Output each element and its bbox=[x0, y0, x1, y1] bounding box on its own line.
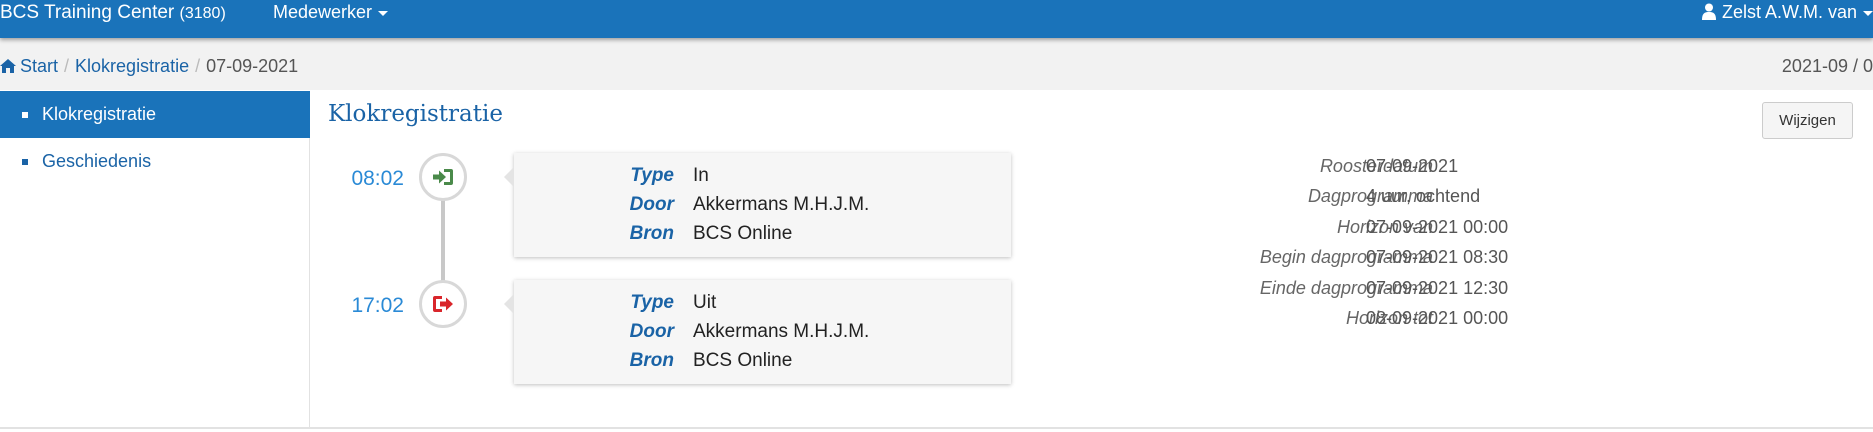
details-row: Dagprogramma 4 uur, ochtend bbox=[1100, 181, 1700, 211]
details-row: Begin dagprogramma 07-09-2021 08:30 bbox=[1100, 242, 1700, 272]
timeline-time: 08:02 bbox=[351, 167, 404, 190]
card-value: BCS Online bbox=[693, 350, 793, 371]
sidebar-item-label[interactable]: Geschiedenis bbox=[42, 151, 151, 171]
card-row-type: Type Uit bbox=[514, 288, 1011, 318]
timeline-card: Type In Door Akkermans M.H.J.M. Bron BCS… bbox=[504, 153, 1011, 257]
card-row-type: Type In bbox=[514, 161, 1011, 191]
card-row-bron: Bron BCS Online bbox=[514, 346, 1011, 376]
breadcrumb-home[interactable]: Start bbox=[0, 56, 58, 76]
card-value: BCS Online bbox=[693, 223, 793, 244]
details-row: Roosterdatum 07-09-2021 bbox=[1100, 151, 1700, 181]
brand-name[interactable]: BCS Training Center bbox=[0, 2, 174, 23]
card-row-bron: Bron BCS Online bbox=[514, 219, 1011, 249]
bullet-icon bbox=[22, 112, 28, 118]
user-menu[interactable]: Zelst A.W.M. van bbox=[1701, 0, 1873, 25]
medewerker-menu[interactable]: Medewerker bbox=[273, 0, 389, 25]
breadcrumb: Start / Klokregistratie/07-09-2021 bbox=[0, 56, 298, 77]
caret-down-icon bbox=[1863, 10, 1873, 16]
card-value: Akkermans M.H.J.M. bbox=[693, 321, 870, 342]
details-value: 07-09-2021 12:30 bbox=[1366, 278, 1509, 298]
caret-down-icon bbox=[378, 10, 389, 16]
breadcrumb-separator: / bbox=[195, 56, 201, 76]
card-key: Door bbox=[629, 321, 674, 342]
brand-code: (3180) bbox=[179, 5, 226, 22]
details-value: 07-09-2021 00:00 bbox=[1366, 217, 1509, 237]
period-indicator: 2021-09 / 0 bbox=[1781, 56, 1873, 76]
user-name[interactable]: Zelst A.W.M. van bbox=[1722, 2, 1857, 22]
sign-in-icon bbox=[433, 169, 453, 185]
bullet-icon bbox=[22, 159, 28, 165]
edit-button[interactable]: Wijzigen bbox=[1762, 102, 1853, 139]
medewerker-menu-label[interactable]: Medewerker bbox=[273, 2, 372, 22]
card-value: In bbox=[693, 165, 709, 186]
card-row-door: Door Akkermans M.H.J.M. bbox=[514, 317, 1011, 347]
home-icon bbox=[0, 59, 16, 73]
sidebar-item-klokregistratie[interactable]: Klokregistratie bbox=[0, 91, 310, 138]
breadcrumb-home-label[interactable]: Start bbox=[20, 56, 58, 76]
card-value: Uit bbox=[693, 292, 717, 313]
bottom-divider bbox=[0, 427, 1873, 429]
sidebar-item-label[interactable]: Klokregistratie bbox=[42, 104, 156, 124]
timeline-card: Type Uit Door Akkermans M.H.J.M. Bron BC… bbox=[504, 280, 1011, 384]
page-title: Klokregistratie bbox=[328, 101, 503, 127]
breadcrumb-current: 07-09-2021 bbox=[206, 56, 299, 76]
card-key: Bron bbox=[629, 350, 674, 371]
details-value: 4 uur, ochtend bbox=[1366, 186, 1481, 206]
card-key: Bron bbox=[629, 223, 674, 244]
card-key: Type bbox=[630, 292, 674, 313]
details-row: Einde dagprogramma 07-09-2021 12:30 bbox=[1100, 273, 1700, 303]
timeline-marker bbox=[419, 153, 467, 201]
sidebar-item-geschiedenis[interactable]: Geschiedenis bbox=[0, 138, 310, 185]
details-value: 07-09-2021 08:30 bbox=[1366, 247, 1509, 267]
user-icon bbox=[1701, 3, 1716, 20]
timeline-marker bbox=[419, 280, 467, 328]
sign-out-icon bbox=[433, 296, 453, 312]
card-row-door: Door Akkermans M.H.J.M. bbox=[514, 190, 1011, 220]
top-navbar: BCS Training Center (3180) Medewerker Ze… bbox=[0, 0, 1873, 38]
details-value: 07-09-2021 bbox=[1366, 156, 1459, 176]
details-row: Horizon tot 08-09-2021 00:00 bbox=[1100, 303, 1700, 333]
breadcrumb-section[interactable]: Klokregistratie bbox=[75, 56, 189, 76]
details-value: 08-09-2021 00:00 bbox=[1366, 308, 1509, 328]
brand[interactable]: BCS Training Center (3180) bbox=[0, 0, 226, 25]
sidebar: Klokregistratie Geschiedenis bbox=[0, 91, 310, 427]
details-row: Horizon van 07-09-2021 00:00 bbox=[1100, 212, 1700, 242]
card-value: Akkermans M.H.J.M. bbox=[693, 194, 870, 215]
card-key: Type bbox=[630, 165, 674, 186]
timeline-time: 17:02 bbox=[351, 294, 404, 317]
card-key: Door bbox=[629, 194, 674, 215]
breadcrumb-separator: / bbox=[64, 56, 70, 76]
